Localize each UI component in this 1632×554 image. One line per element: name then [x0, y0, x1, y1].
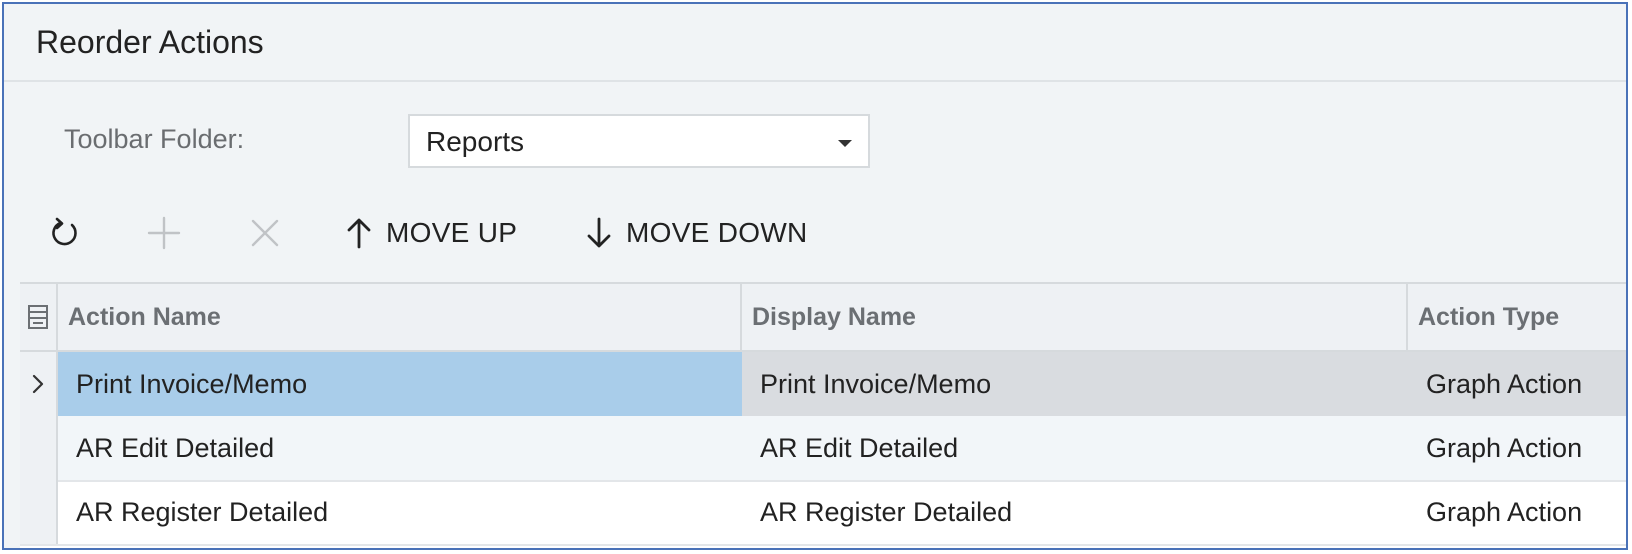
- display-name-cell[interactable]: Print Invoice/Memo: [742, 352, 1408, 416]
- delete-button[interactable]: [248, 209, 282, 257]
- refresh-icon: [52, 217, 77, 246]
- reorder-actions-dialog: Reorder Actions Toolbar Folder: Reports …: [2, 2, 1628, 550]
- refresh-button[interactable]: [48, 209, 82, 257]
- action-name-cell[interactable]: AR Register Detailed: [58, 480, 742, 544]
- arrow-down-icon: [587, 217, 611, 248]
- move-up-button[interactable]: MOVE UP: [344, 209, 517, 257]
- column-header-action-type[interactable]: Action Type: [1408, 284, 1626, 350]
- grid-header: Action Name Display Name Action Type: [20, 284, 1626, 352]
- display-name-cell[interactable]: AR Edit Detailed: [742, 416, 1408, 480]
- chevron-right-icon: [32, 374, 44, 394]
- caret-down-icon[interactable]: [838, 140, 852, 147]
- table-row[interactable]: AR Edit Detailed AR Edit Detailed Graph …: [20, 416, 1626, 482]
- dialog-title: Reorder Actions: [36, 24, 264, 60]
- add-button[interactable]: [146, 209, 182, 257]
- move-down-button[interactable]: MOVE DOWN: [584, 209, 808, 257]
- toolbar-folder-select[interactable]: Reports: [408, 114, 870, 168]
- arrow-up-icon: [347, 218, 371, 249]
- move-up-label: MOVE UP: [386, 217, 518, 248]
- action-type-cell[interactable]: Graph Action: [1408, 416, 1626, 480]
- close-icon: [251, 219, 279, 247]
- action-type-cell[interactable]: Graph Action: [1408, 480, 1626, 544]
- action-type-cell[interactable]: Graph Action: [1408, 352, 1626, 416]
- table-row[interactable]: Print Invoice/Memo Print Invoice/Memo Gr…: [20, 352, 1626, 418]
- action-name-cell[interactable]: Print Invoice/Memo: [58, 352, 742, 416]
- toolbar-folder-label: Toolbar Folder:: [64, 124, 245, 154]
- column-settings-button[interactable]: [20, 284, 58, 350]
- plus-icon: [147, 216, 181, 250]
- table-row[interactable]: AR Register Detailed AR Register Detaile…: [20, 480, 1626, 546]
- move-down-label: MOVE DOWN: [626, 217, 808, 248]
- actions-grid: Action Name Display Name Action Type Pri…: [20, 282, 1626, 548]
- row-selector[interactable]: [20, 416, 58, 480]
- column-header-display-name[interactable]: Display Name: [742, 284, 1408, 350]
- column-settings-icon: [28, 305, 48, 329]
- dialog-header: Reorder Actions: [4, 4, 1626, 82]
- action-name-cell[interactable]: AR Edit Detailed: [58, 416, 742, 480]
- row-selector[interactable]: [20, 480, 58, 544]
- column-header-action-name[interactable]: Action Name: [58, 284, 742, 350]
- toolbar-folder-value: Reports: [426, 126, 525, 157]
- row-selector[interactable]: [20, 352, 58, 416]
- display-name-cell[interactable]: AR Register Detailed: [742, 480, 1408, 544]
